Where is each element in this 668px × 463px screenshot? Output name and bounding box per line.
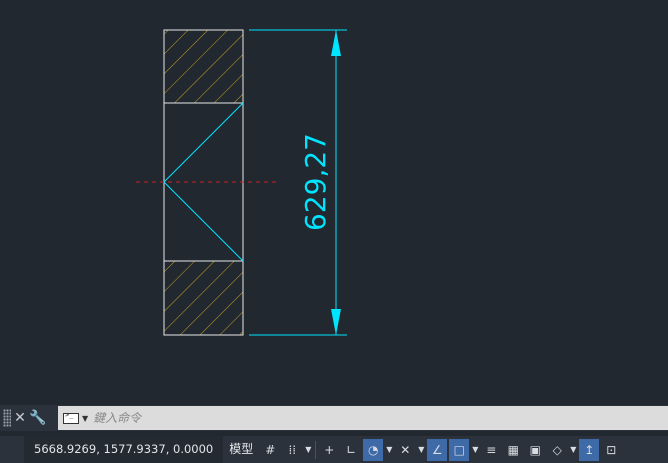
selection-cycling-icon[interactable]: ▣ [525, 439, 545, 461]
grid-icon[interactable]: # [260, 439, 280, 461]
cone-line-bottom[interactable] [163, 181, 244, 262]
wrench-icon[interactable]: 🔧 [29, 405, 47, 431]
chevron-down-icon[interactable]: ▼ [384, 445, 394, 454]
drawing-viewport[interactable]: 629,27 [0, 0, 668, 405]
dynamic-ucs-icon[interactable]: ↥ [579, 438, 600, 461]
chevron-down-icon[interactable]: ▼ [82, 414, 88, 423]
arrowhead-bottom [331, 309, 341, 335]
arrowhead-top [331, 30, 341, 56]
drawing-canvas[interactable]: 629,27 [0, 0, 668, 405]
snap-icon[interactable]: ⁞⁞ [282, 439, 302, 461]
chevron-down-icon[interactable]: ▼ [568, 445, 578, 454]
cone-line-top[interactable] [163, 102, 244, 183]
grip-icon[interactable] [3, 409, 11, 427]
osnap-icon[interactable]: □ [449, 438, 470, 461]
osnap-tracking-icon[interactable]: ∠ [427, 438, 448, 461]
status-bar: 5668.9269, 1577.9337, 0.0000 模型 # ⁞⁞ ▼ +… [0, 436, 668, 463]
hatch-bottom[interactable] [164, 261, 243, 335]
lineweight-icon[interactable]: ≡ [481, 439, 501, 461]
infer-constraints-icon[interactable]: + [319, 439, 339, 461]
annotation-monitor-icon[interactable]: ⊡ [601, 439, 621, 461]
dimension-text[interactable]: 629,27 [299, 133, 332, 231]
command-input-area[interactable]: ▼ [58, 406, 668, 430]
transparency-icon[interactable]: ▦ [503, 439, 523, 461]
chevron-down-icon[interactable]: ▼ [470, 445, 480, 454]
hatch-top[interactable] [164, 30, 243, 103]
linear-dimension[interactable]: 629,27 [249, 29, 347, 336]
close-icon[interactable]: ✕ [11, 405, 29, 431]
command-input[interactable] [93, 407, 668, 429]
chevron-down-icon[interactable]: ▼ [303, 445, 313, 454]
model-space-button[interactable]: 模型 [223, 436, 259, 463]
isodraft-icon[interactable]: ✕ [395, 439, 415, 461]
chevron-down-icon[interactable]: ▼ [416, 445, 426, 454]
command-line: ✕ 🔧 ▼ [0, 405, 668, 431]
3d-osnap-icon[interactable]: ◇ [547, 439, 567, 461]
prompt-icon[interactable] [63, 411, 79, 424]
polar-icon[interactable]: ◔ [363, 438, 384, 461]
separator [315, 440, 317, 459]
ortho-icon[interactable]: ∟ [341, 439, 361, 461]
coordinates-readout[interactable]: 5668.9269, 1577.9337, 0.0000 [24, 436, 224, 463]
